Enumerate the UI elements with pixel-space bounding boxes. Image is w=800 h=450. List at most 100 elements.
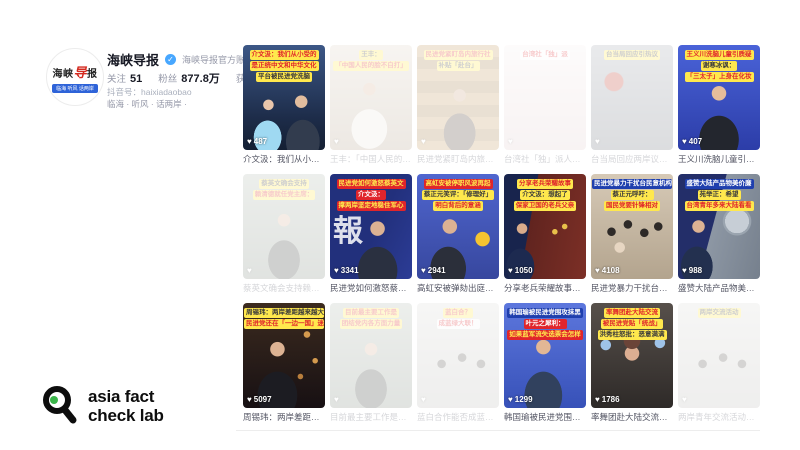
heart-icon: ♥: [508, 266, 513, 275]
like-count: ♥ 1050: [508, 266, 533, 275]
thumbnail-overlay-text: 蓝白合？成蓝绿大联！: [419, 307, 497, 329]
douyin-profile-page: 海峡导报 临海 听风 话两岸 海峡导报 ✓ 海峡导报官方账号 关注 51 粉丝 …: [0, 0, 800, 450]
video-caption: 蓝白合作能否成蓝绿大联盟？…: [417, 411, 499, 423]
video-caption: 目前最主要工作是团结党内各方面力量…: [330, 411, 412, 423]
video-thumbnail[interactable]: 目前最主要工作是团结党内各方面力量 ♥: [330, 303, 412, 408]
video-card[interactable]: 介文汲：我们从小受的是正统中文和中华文化平台被民进党洗脑 ♥ 487 介文汲：我…: [243, 45, 325, 165]
heart-icon: ♥: [421, 137, 426, 146]
video-card[interactable]: 率舞团赴大陆交流被民进党贴「统战」洪秀柱怒批：恶意满满 ♥ 1786 率舞团赴大…: [591, 303, 673, 423]
heart-icon: ♥: [247, 137, 252, 146]
thumbnail-overlay-text: 目前最主要工作是团结党内各方面力量: [332, 307, 410, 329]
video-card[interactable]: 王丰：「中国人民的脸不白打」 ♥ 王丰：「中国人民的脸不白打」…: [330, 45, 412, 165]
video-caption: 台湾社「独」派人士街头造势…: [504, 153, 586, 165]
video-card[interactable]: 民进党紧盯岛内旅行社补贴「赴台」 ♥ 民进党紧盯岛内旅行社补贴「赴台」…: [417, 45, 499, 165]
video-caption: 蔡英文确会支持赖清德就任党主席…: [243, 282, 325, 294]
video-thumbnail[interactable]: 分享老兵荣耀故事介文汲：想起了保家卫国的老兵父亲 ♥ 1050: [504, 174, 586, 279]
heart-icon: ♥: [508, 137, 513, 146]
stat-value: 877.8万: [181, 70, 220, 86]
logo-accent-char: 导: [73, 65, 87, 80]
stat-followers[interactable]: 粉丝 877.8万: [158, 70, 220, 86]
video-card[interactable]: 王义川洗脑儿童引质疑谢寒冰讽：「三太子」上身在化妆 ♥ 407 王义川洗脑儿童引…: [678, 45, 760, 165]
video-caption: 王丰：「中国人民的脸不白打」…: [330, 153, 412, 165]
thumbnail-overlay-text: 韩国瑜被民进党围攻抹黑叶元之犀利：如果蓝军流失选票会怎样: [506, 307, 584, 340]
video-card[interactable]: 蔡英文确会支持赖清德就任党主席： ♥ 蔡英文确会支持赖清德就任党主席…: [243, 174, 325, 294]
like-count: ♥: [682, 395, 689, 404]
stat-label: 关注: [107, 71, 126, 85]
thumbnail-overlay-text: 分享老兵荣耀故事介文汲：想起了保家卫国的老兵父亲: [506, 178, 584, 211]
like-count: ♥: [421, 137, 428, 146]
like-count: ♥ 1786: [595, 395, 620, 404]
video-caption: 民进党紧盯岛内旅行社补贴「赴台」…: [417, 153, 499, 165]
like-count: ♥ 407: [682, 137, 702, 146]
video-card[interactable]: 台当局回应引热议 ♥ 台当局回应两岸议题引热议…: [591, 45, 673, 165]
video-card[interactable]: 周锡玮：两岸差距越来越大民进党还在「一边一国」迷梦中 ♥ 5097 周锡玮：两岸…: [243, 303, 325, 423]
like-count: ♥ 988: [682, 266, 702, 275]
video-card[interactable]: 民进党暴力干扰台民意机构议事蔡正元呼吁：国民党要针锋相对 ♥ 4108 民进党暴…: [591, 174, 673, 294]
magnifier-icon: [40, 384, 80, 428]
thumbnail-overlay-text: 两岸交流活动: [680, 307, 758, 318]
like-count: ♥: [247, 266, 254, 275]
video-card[interactable]: 两岸交流活动 ♥ 两岸青年交流活动走进校园…: [678, 303, 760, 423]
video-card[interactable]: 目前最主要工作是团结党内各方面力量 ♥ 目前最主要工作是团结党内各方面力量…: [330, 303, 412, 423]
video-thumbnail[interactable]: 民进党紧盯岛内旅行社补贴「赴台」 ♥: [417, 45, 499, 150]
heart-icon: ♥: [421, 266, 426, 275]
video-thumbnail[interactable]: 介文汲：我们从小受的是正统中文和中华文化平台被民进党洗脑 ♥ 487: [243, 45, 325, 150]
video-thumbnail[interactable]: 高虹安被停职风波再起蔡正元笑评：「修理好」明白背后的意涵 ♥ 2941: [417, 174, 499, 279]
like-count: ♥ 487: [247, 137, 267, 146]
video-caption: 韩国瑜被民进党围攻抹黑，叶元之犀…: [504, 411, 586, 423]
heart-icon: ♥: [682, 266, 687, 275]
thumbnail-overlay-text: 介文汲：我们从小受的是正统中文和中华文化平台被民进党洗脑: [245, 49, 323, 82]
like-count: ♥: [508, 137, 515, 146]
like-count: ♥ 1299: [508, 395, 533, 404]
video-caption: 周锡玮：两岸差距越来越大，民进党…: [243, 411, 325, 423]
heart-icon: ♥: [334, 266, 339, 275]
video-caption: 高虹安被弹劾出庭，蔡正元笑评…: [417, 282, 499, 294]
thumbnail-overlay-text: 盛赞大陆产品物美价廉苑举正：希望台湾青年多来大陆看看: [680, 178, 758, 211]
video-caption: 两岸青年交流活动走进校园…: [678, 411, 760, 423]
video-thumbnail[interactable]: 周锡玮：两岸差距越来越大民进党还在「一边一国」迷梦中 ♥ 5097: [243, 303, 325, 408]
watermark-line2: check lab: [88, 406, 164, 425]
video-thumbnail[interactable]: 率舞团赴大陆交流被民进党贴「统战」洪秀柱怒批：恶意满满 ♥ 1786: [591, 303, 673, 408]
video-thumbnail[interactable]: 民进党如何激怒蔡英文介文汲：撑两岸坚定地稳住军心 ♥ 3341: [330, 174, 412, 279]
douyin-id: 抖音号：haixiadaobao: [107, 86, 192, 98]
video-thumbnail[interactable]: 两岸交流活动 ♥: [678, 303, 760, 408]
thumbnail-overlay-text: 民进党暴力干扰台民意机构议事蔡正元呼吁：国民党要针锋相对: [593, 178, 671, 211]
like-count-value: 1299: [515, 395, 533, 404]
heart-icon: ♥: [508, 395, 513, 404]
like-count: ♥ 4108: [595, 266, 620, 275]
video-card[interactable]: 韩国瑜被民进党围攻抹黑叶元之犀利：如果蓝军流失选票会怎样 ♥ 1299 韩国瑜被…: [504, 303, 586, 423]
profile-name: 海峡导报: [107, 50, 159, 69]
verified-badge-icon: ✓: [165, 54, 176, 65]
thumbnail-overlay-text: 民进党紧盯岛内旅行社补贴「赴台」: [419, 49, 497, 71]
video-thumbnail[interactable]: 台湾社「独」派 ♥: [504, 45, 586, 150]
video-thumbnail[interactable]: 盛赞大陆产品物美价廉苑举正：希望台湾青年多来大陆看看 ♥ 988: [678, 174, 760, 279]
thumbnail-overlay-text: 王义川洗脑儿童引质疑谢寒冰讽：「三太子」上身在化妆: [680, 49, 758, 82]
video-thumbnail[interactable]: 民进党暴力干扰台民意机构议事蔡正元呼吁：国民党要针锋相对 ♥ 4108: [591, 174, 673, 279]
panel-divider: [236, 430, 760, 431]
video-card[interactable]: 台湾社「独」派 ♥ 台湾社「独」派人士街头造势…: [504, 45, 586, 165]
video-card[interactable]: 民进党如何激怒蔡英文介文汲：撑两岸坚定地稳住军心 ♥ 3341 民进党如何激怒蔡…: [330, 174, 412, 294]
video-caption: 率舞团赴大陆交流被民进党贴「统战」…: [591, 411, 673, 423]
stat-label: 粉丝: [158, 71, 177, 85]
video-thumbnail[interactable]: 台当局回应引热议 ♥: [591, 45, 673, 150]
video-thumbnail[interactable]: 王义川洗脑儿童引质疑谢寒冰讽：「三太子」上身在化妆 ♥ 407: [678, 45, 760, 150]
video-caption: 分享老兵荣耀故事，介文汲：想起…: [504, 282, 586, 294]
like-count-value: 5097: [254, 395, 272, 404]
like-count-value: 487: [254, 137, 267, 146]
heart-icon: ♥: [682, 137, 687, 146]
video-card[interactable]: 盛赞大陆产品物美价廉苑举正：希望台湾青年多来大陆看看 ♥ 988 盛赞大陆产品物…: [678, 174, 760, 294]
video-card[interactable]: 蓝白合？成蓝绿大联！ ♥ 蓝白合作能否成蓝绿大联盟？…: [417, 303, 499, 423]
channel-logo: 海峡导报 临海 听风 话两岸: [46, 48, 104, 106]
like-count: ♥ 3341: [334, 266, 359, 275]
video-thumbnail[interactable]: 韩国瑜被民进党围攻抹黑叶元之犀利：如果蓝军流失选票会怎样 ♥ 1299: [504, 303, 586, 408]
video-thumbnail[interactable]: 蔡英文确会支持赖清德就任党主席： ♥: [243, 174, 325, 279]
video-card[interactable]: 分享老兵荣耀故事介文汲：想起了保家卫国的老兵父亲 ♥ 1050 分享老兵荣耀故事…: [504, 174, 586, 294]
like-count-value: 3341: [341, 266, 359, 275]
heart-icon: ♥: [595, 395, 600, 404]
video-card[interactable]: 高虹安被停职风波再起蔡正元笑评：「修理好」明白背后的意涵 ♥ 2941 高虹安被…: [417, 174, 499, 294]
video-thumbnail[interactable]: 蓝白合？成蓝绿大联！ ♥: [417, 303, 499, 408]
video-thumbnail[interactable]: 王丰：「中国人民的脸不白打」 ♥: [330, 45, 412, 150]
stat-following[interactable]: 关注 51: [107, 71, 142, 85]
like-count-value: 988: [689, 266, 702, 275]
like-count: ♥: [334, 137, 341, 146]
